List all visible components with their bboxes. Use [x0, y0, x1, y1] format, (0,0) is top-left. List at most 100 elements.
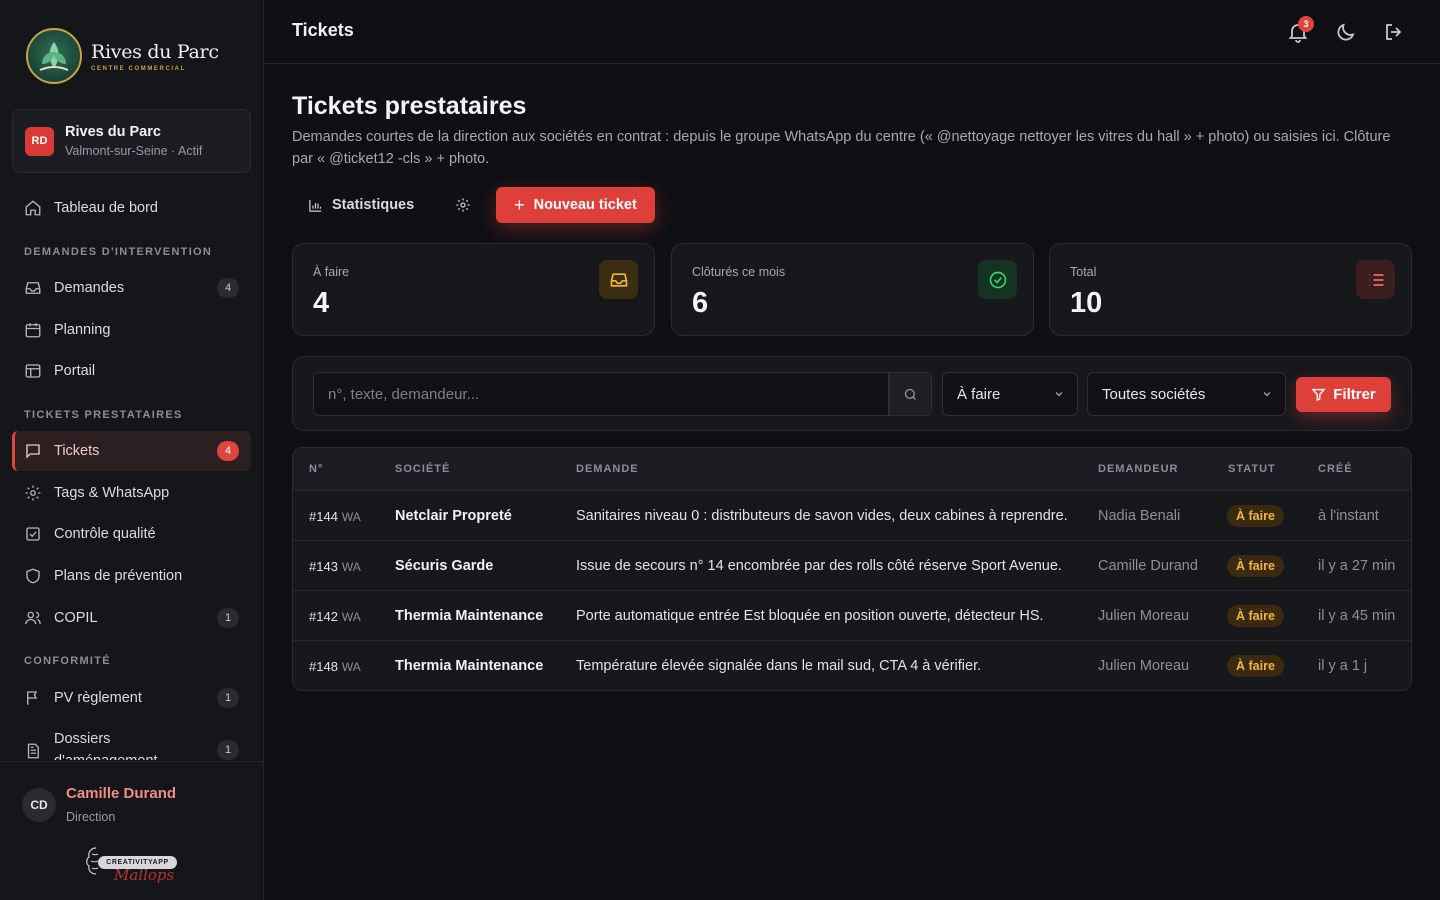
status-badge: À faire: [1227, 605, 1284, 627]
file-text-icon: [27, 743, 39, 759]
status-select-value: À faire: [957, 385, 1001, 403]
checkbox-icon: [26, 527, 40, 541]
table-header: N° SOCIÉTÉ DEMANDE DEMANDEUR STATUT CRÉÉ: [293, 448, 1411, 491]
table-row[interactable]: #144 WA Netclair Propreté Sanitaires nive…: [293, 491, 1411, 541]
made-by-signature: Mallops: [114, 866, 175, 884]
sidebar-item-tags-whatsapp[interactable]: Tags & WhatsApp: [12, 473, 251, 513]
ticket-number-value: #148: [309, 659, 338, 674]
table-row[interactable]: #142 WA Thermia Maintenance Porte automat…: [293, 591, 1411, 641]
count-badge: 1: [217, 740, 239, 760]
request-text: Sanitaires niveau 0 : distributeurs de s…: [576, 508, 1068, 524]
leaf-emblem-icon: [26, 28, 82, 84]
new-ticket-button[interactable]: + Nouveau ticket: [496, 187, 655, 223]
sidebar-item-dashboard[interactable]: Tableau de bord: [12, 188, 251, 228]
calendar-icon: [25, 323, 41, 338]
table-row[interactable]: #148 WA Thermia Maintenance Température é…: [293, 641, 1411, 690]
sidebar-item-quality[interactable]: Contrôle qualité: [12, 514, 251, 554]
company-name: Thermia Maintenance: [395, 608, 544, 624]
requester-name: Julien Moreau: [1098, 658, 1190, 674]
logout-icon[interactable]: [1382, 20, 1406, 44]
stat-value: 10: [1070, 287, 1103, 319]
nav-section-conformity: CONFORMITÉ: [24, 655, 111, 667]
user-profile[interactable]: CD Camille Durand Direction CREATIVITYAP…: [0, 761, 263, 900]
filter-bar: À faire Toutes sociétés Filtrer: [292, 356, 1412, 431]
count-badge: 1: [217, 688, 239, 708]
plus-icon: +: [514, 194, 525, 215]
stat-label: Clôturés ce mois: [692, 265, 786, 279]
ticket-number-value: #142: [309, 609, 338, 624]
sidebar: Rives du Parc CENTRE COMMERCIAL RD Rives…: [0, 0, 264, 900]
count-badge: 4: [217, 441, 239, 461]
moon-icon[interactable]: [1334, 20, 1358, 44]
column-header[interactable]: STATUT: [1228, 463, 1276, 475]
sidebar-item-label: Planning: [54, 322, 111, 338]
count-badge: 1: [217, 608, 239, 628]
column-header[interactable]: N°: [309, 463, 323, 475]
sidebar-item-label: Demandes: [54, 280, 125, 296]
org-avatar: RD: [25, 126, 54, 156]
page-description: Demandes courtes de la direction aux soc…: [292, 129, 1391, 167]
search-button[interactable]: [889, 372, 932, 416]
ticket-number: #144 WA: [309, 509, 361, 524]
created-time: il y a 1 j: [1318, 658, 1368, 674]
source-tag: WA: [341, 510, 361, 524]
ticket-number: #143 WA: [309, 559, 361, 574]
sidebar-item-label: Tableau de bord: [54, 200, 158, 216]
sidebar-item-demandes[interactable]: Demandes 4: [12, 268, 251, 308]
made-by-logo: CREATIVITYAPP Mallops: [86, 846, 178, 886]
created-time: il y a 27 min: [1318, 558, 1396, 574]
search-icon: [904, 388, 916, 400]
bar-chart-icon: [309, 199, 322, 212]
company-name: Sécuris Garde: [395, 558, 494, 574]
user-role: Direction: [66, 810, 116, 824]
page-breadcrumb-title: Tickets: [292, 20, 354, 40]
page-title: Tickets prestataires: [292, 92, 527, 120]
chevron-down-icon: [1055, 392, 1063, 397]
sidebar-item-label: Portail: [54, 363, 96, 379]
home-icon: [25, 200, 41, 216]
company-select[interactable]: Toutes sociétés: [1087, 372, 1286, 416]
sidebar-item-planning[interactable]: Planning: [12, 310, 251, 350]
column-header[interactable]: CRÉÉ: [1318, 463, 1353, 475]
requester-name: Julien Moreau: [1098, 608, 1190, 624]
brand-logo[interactable]: Rives du Parc CENTRE COMMERCIAL: [26, 28, 226, 84]
stat-card-closed: Clôturés ce mois 6: [671, 243, 1034, 336]
created-time: il y a 45 min: [1318, 608, 1396, 624]
company-select-value: Toutes sociétés: [1102, 385, 1206, 403]
filter-button[interactable]: Filtrer: [1296, 377, 1391, 412]
layout-icon: [25, 364, 41, 378]
table-row[interactable]: #143 WA Sécuris Garde Issue de secours n°…: [293, 541, 1411, 591]
organization-switcher[interactable]: RD Rives du Parc Valmont-sur-Seine · Act…: [12, 109, 251, 173]
sidebar-item-tickets[interactable]: Tickets 4: [12, 431, 251, 471]
flag-icon: [27, 691, 38, 705]
source-tag: WA: [341, 610, 361, 624]
sidebar-item-label: COPIL: [54, 610, 98, 626]
ticket-number-value: #143: [309, 559, 338, 574]
brand-name: Rives du Parc: [91, 40, 219, 63]
column-header[interactable]: DEMANDEUR: [1098, 463, 1179, 475]
column-header[interactable]: SOCIÉTÉ: [395, 463, 450, 475]
check-circle-icon: [978, 260, 1017, 299]
stat-label: À faire: [313, 265, 350, 279]
sidebar-item-label: Tickets: [54, 443, 100, 459]
user-name: Camille Durand: [66, 785, 177, 802]
new-ticket-label: Nouveau ticket: [533, 197, 637, 213]
sidebar-item-copil[interactable]: COPIL 1: [12, 598, 251, 638]
sidebar-item-label: Contrôle qualité: [54, 526, 156, 542]
sidebar-item-label: Tags & WhatsApp: [54, 485, 170, 501]
search-input[interactable]: [313, 372, 889, 416]
settings-button[interactable]: [446, 187, 480, 223]
funnel-icon: [1311, 388, 1326, 402]
stat-card-todo: À faire 4: [292, 243, 655, 336]
column-header[interactable]: DEMANDE: [576, 463, 639, 475]
sidebar-item-portail[interactable]: Portail: [12, 351, 251, 391]
status-select[interactable]: À faire: [942, 372, 1078, 416]
list-icon: [1356, 260, 1395, 299]
count-badge: 4: [217, 278, 239, 298]
statistics-button[interactable]: Statistiques: [292, 187, 428, 223]
sidebar-item-dossiers[interactable]: Dossiers d'aménagement 1: [12, 728, 251, 760]
sidebar-item-prevention[interactable]: Plans de prévention: [12, 556, 251, 596]
stat-value: 4: [313, 287, 330, 319]
sidebar-item-pv-reglement[interactable]: PV règlement 1: [12, 678, 251, 718]
notification-badge: 3: [1298, 16, 1314, 32]
